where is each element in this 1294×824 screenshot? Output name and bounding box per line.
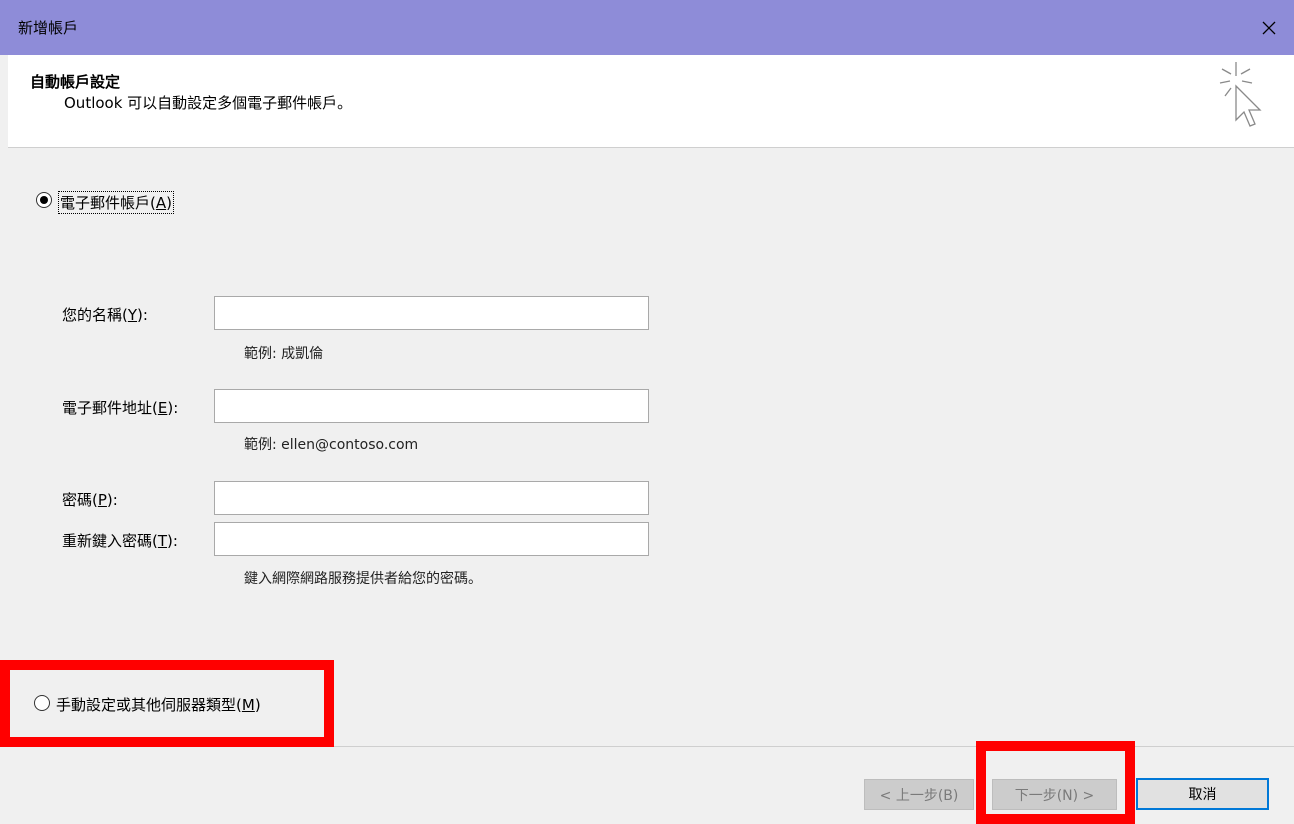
email-hint: 範例: ellen@contoso.com xyxy=(244,437,419,453)
close-button[interactable] xyxy=(1244,0,1294,55)
close-icon xyxy=(1262,21,1276,34)
header-title: 自動帳戶設定 xyxy=(30,73,121,91)
cancel-button[interactable]: 取消 xyxy=(1136,778,1269,810)
retype-password-input[interactable] xyxy=(214,522,649,556)
name-hint: 範例: 成凱倫 xyxy=(244,346,324,362)
email-account-radio-button[interactable] xyxy=(36,192,52,208)
email-account-radio-label: 電子郵件帳戶(A) xyxy=(58,191,174,214)
name-input[interactable] xyxy=(214,296,649,330)
password-input[interactable] xyxy=(214,481,649,515)
manual-option-highlight xyxy=(0,660,334,747)
cursor-sparkle-icon xyxy=(1212,60,1272,146)
email-account-radio[interactable]: 電子郵件帳戶(A) xyxy=(36,191,196,214)
password-label: 密碼(P): xyxy=(62,491,118,509)
window-title: 新增帳戶 xyxy=(18,19,79,37)
password-hint: 鍵入網際網路服務提供者給您的密碼。 xyxy=(244,571,482,587)
next-button-highlight xyxy=(976,741,1135,824)
header-description: Outlook 可以自動設定多個電子郵件帳戶。 xyxy=(64,94,353,112)
retype-password-label: 重新鍵入密碼(T): xyxy=(62,532,178,550)
back-button[interactable]: < 上一步(B) xyxy=(864,779,974,810)
email-input[interactable] xyxy=(214,389,649,423)
email-label: 電子郵件地址(E): xyxy=(62,399,179,417)
title-bar xyxy=(0,0,1294,55)
name-label: 您的名稱(Y): xyxy=(62,306,148,324)
